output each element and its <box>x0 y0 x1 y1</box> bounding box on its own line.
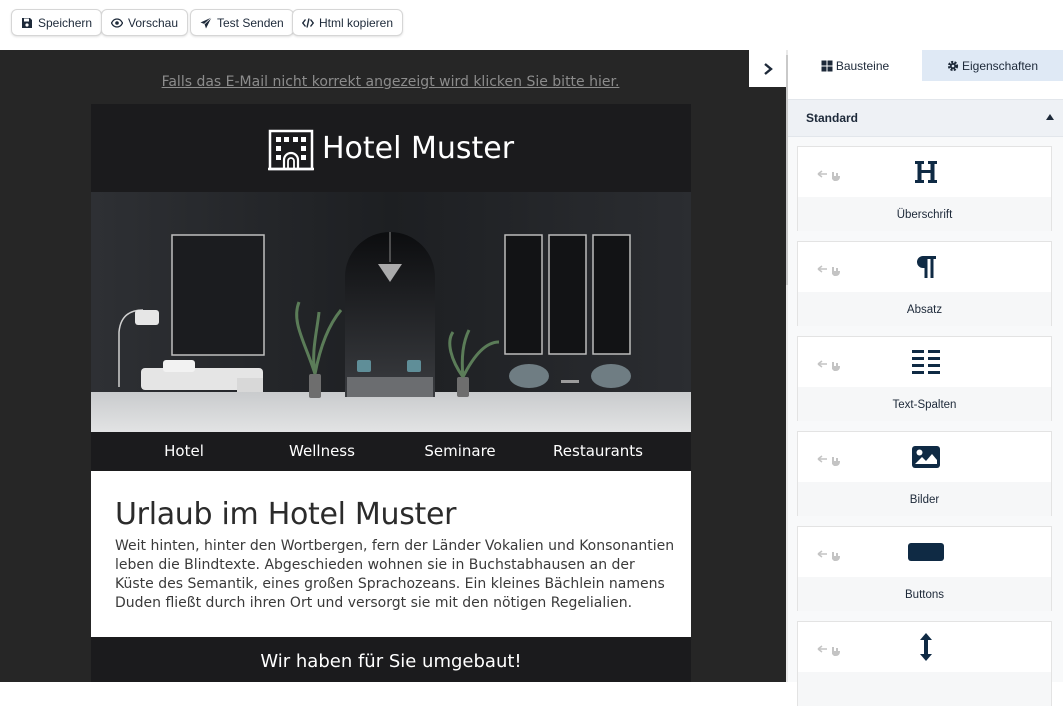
tab-bausteine[interactable]: Bausteine <box>788 50 922 81</box>
block-spacer[interactable] <box>797 621 1052 706</box>
block-text-columns-label: Text-Spalten <box>798 387 1051 421</box>
test-send-label: Test Senden <box>217 15 284 30</box>
paragraph-icon <box>798 242 1053 292</box>
block-paragraph[interactable]: Absatz <box>797 241 1052 326</box>
block-images[interactable]: Bilder <box>797 431 1052 516</box>
paper-plane-icon <box>200 16 212 29</box>
email-nav: Hotel Wellness Seminare Restaurants <box>91 432 691 471</box>
copy-html-button[interactable]: Html kopieren <box>292 9 404 36</box>
preview-label: Vorschau <box>128 15 179 30</box>
collapse-panel-button[interactable] <box>749 50 786 87</box>
email-template: Hotel Muster Hotel Wellness Seminare Res… <box>91 104 691 682</box>
chevron-right-icon <box>763 62 773 75</box>
gear-icon <box>947 60 959 72</box>
block-images-label: Bilder <box>798 482 1051 516</box>
block-buttons[interactable]: Buttons <box>797 526 1052 611</box>
block-list: Überschrift Absatz Text-Spalten Bilder B… <box>788 137 1063 706</box>
save-button[interactable]: Speichern <box>11 9 103 36</box>
block-buttons-label: Buttons <box>798 577 1051 611</box>
tab-eigenschaften-label: Eigenschaften <box>961 58 1039 73</box>
test-send-button[interactable]: Test Senden <box>190 9 294 36</box>
block-text-columns[interactable]: Text-Spalten <box>797 336 1052 421</box>
grid-icon <box>821 60 833 72</box>
block-paragraph-label: Absatz <box>798 292 1051 326</box>
nav-item-restaurants[interactable]: Restaurants <box>529 432 667 471</box>
eye-icon <box>111 17 123 29</box>
content-block[interactable]: Urlaub im Hotel Muster Weit hinten, hint… <box>91 471 691 637</box>
toolbar: Speichern Vorschau Test Senden Html kopi… <box>0 0 1063 50</box>
browser-view-link[interactable]: Falls das E-Mail nicht korrekt angezeigt… <box>0 74 781 90</box>
block-spacer-label <box>798 672 1051 706</box>
image-icon <box>798 432 1053 482</box>
section-standard-title: Standard <box>806 111 859 125</box>
brand-name: Hotel Muster <box>321 130 515 166</box>
sidebar-panel: Bausteine Eigenschaften Standard Übersch… <box>788 50 1063 706</box>
hotel-logo-icon <box>267 129 314 170</box>
tab-eigenschaften[interactable]: Eigenschaften <box>922 50 1063 81</box>
section-standard-header[interactable]: Standard <box>788 99 1063 137</box>
save-label: Speichern <box>38 15 93 30</box>
nav-item-wellness[interactable]: Wellness <box>253 432 391 471</box>
hero-image[interactable] <box>91 192 691 432</box>
caret-up-icon <box>1046 114 1054 120</box>
button-icon <box>798 527 1053 577</box>
email-header[interactable]: Hotel Muster <box>91 104 691 192</box>
lobby-illustration <box>91 192 691 432</box>
copy-html-label: Html kopieren <box>319 15 394 30</box>
nav-item-seminare[interactable]: Seminare <box>391 432 529 471</box>
columns-icon <box>798 337 1053 387</box>
email-canvas: Falls das E-Mail nicht korrekt angezeigt… <box>0 50 786 682</box>
content-paragraph: Weit hinten, hinter den Wortbergen, fern… <box>115 538 675 611</box>
save-icon <box>21 17 33 29</box>
block-heading[interactable]: Überschrift <box>797 146 1052 231</box>
code-icon <box>302 17 314 29</box>
section-heading[interactable]: Wir haben für Sie umgebaut! <box>91 637 691 682</box>
nav-item-hotel[interactable]: Hotel <box>115 432 253 471</box>
tab-bausteine-label: Bausteine <box>835 58 890 73</box>
content-headline: Urlaub im Hotel Muster <box>115 497 457 532</box>
preview-button[interactable]: Vorschau <box>101 9 189 36</box>
heading-icon <box>798 147 1053 197</box>
spacer-icon <box>798 622 1053 672</box>
panel-spacer <box>788 81 1063 99</box>
block-heading-label: Überschrift <box>798 197 1051 231</box>
